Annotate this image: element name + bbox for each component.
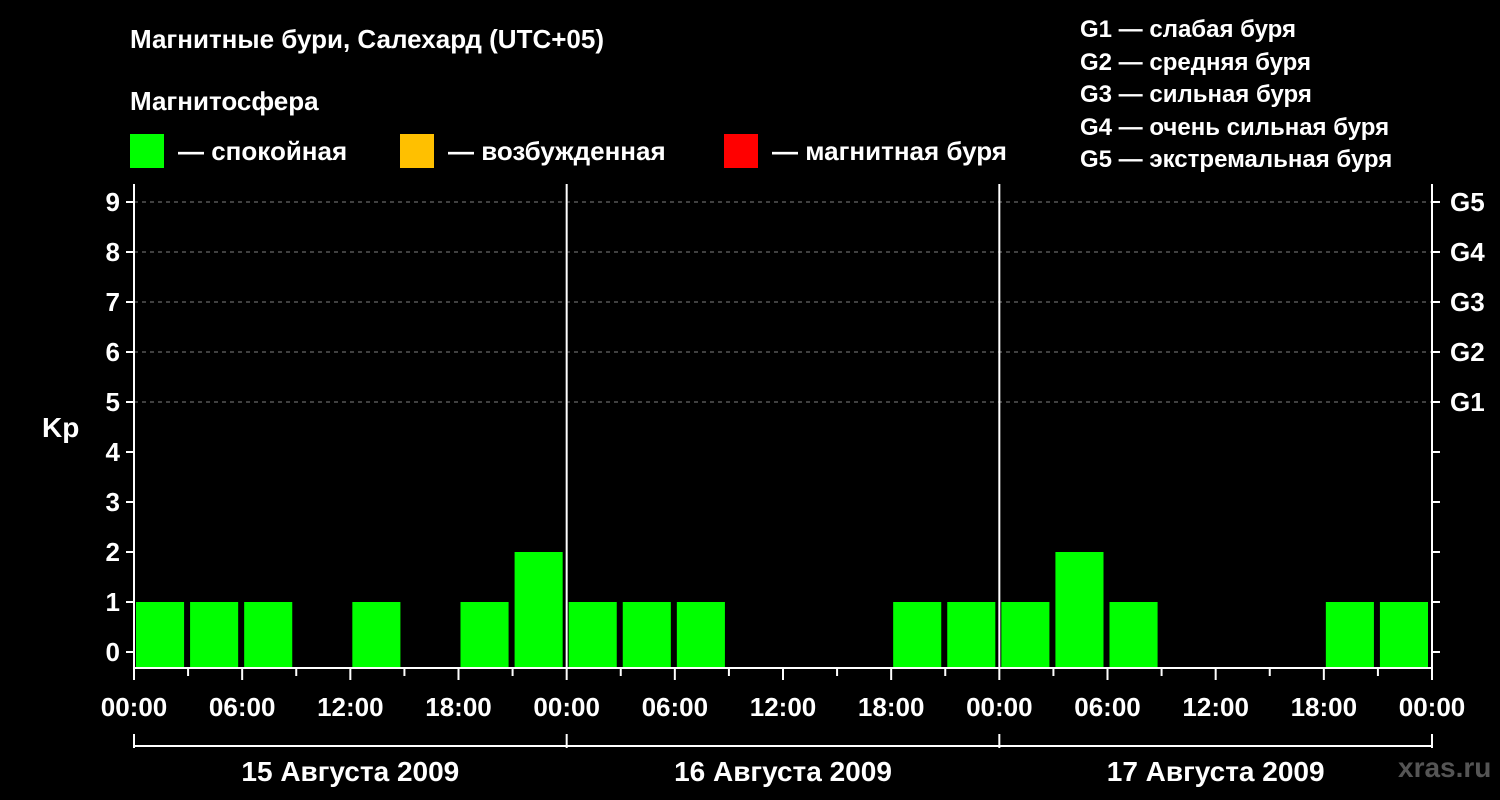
kp-bar-22 — [1325, 602, 1374, 668]
kp-bar-15 — [947, 602, 996, 668]
y-tick-label-3: 3 — [106, 487, 120, 517]
kp-bar-0 — [136, 602, 185, 668]
x-tick-label-0: 00:00 — [101, 692, 168, 722]
y-tick-label-4: 4 — [106, 437, 121, 467]
x-tick-label-3: 18:00 — [425, 692, 492, 722]
x-tick-label-12: 00:00 — [1399, 692, 1466, 722]
kp-bar-10 — [676, 602, 725, 668]
x-tick-label-11: 18:00 — [1291, 692, 1358, 722]
kp-bar-2 — [244, 602, 293, 668]
y-tick-label-7: 7 — [106, 287, 120, 317]
x-tick-label-8: 00:00 — [966, 692, 1033, 722]
x-tick-label-10: 12:00 — [1182, 692, 1249, 722]
x-tick-label-9: 06:00 — [1074, 692, 1141, 722]
g-label-g3: G3 — [1450, 287, 1485, 317]
g-label-g4: G4 — [1450, 237, 1485, 267]
kp-bar-23 — [1379, 602, 1428, 668]
y-tick-label-1: 1 — [106, 587, 120, 617]
y-tick-label-8: 8 — [106, 237, 120, 267]
y-tick-label-2: 2 — [106, 537, 120, 567]
kp-bar-17 — [1055, 552, 1104, 668]
kp-bar-chart: 0 1 2 3 4 5 6 7 8 9 G1 G2 G3 G4 G5 Kp 00:00 06:00 12:00 18:… — [42, 184, 1485, 787]
day-label-1: 16 Августа 2009 — [674, 756, 892, 787]
kp-bar-9 — [622, 602, 671, 668]
kp-bar-4 — [352, 602, 401, 668]
kp-bar-7 — [514, 552, 563, 668]
x-tick-label-1: 06:00 — [209, 692, 276, 722]
kp-bar-16 — [1001, 602, 1050, 668]
kp-bar-8 — [568, 602, 617, 668]
kp-bar-6 — [460, 602, 509, 668]
kp-bar-18 — [1109, 602, 1158, 668]
y-tick-label-0: 0 — [106, 637, 120, 667]
x-tick-label-2: 12:00 — [317, 692, 384, 722]
x-tick-label-6: 12:00 — [750, 692, 817, 722]
day-label-2: 17 Августа 2009 — [1107, 756, 1325, 787]
y-tick-label-6: 6 — [106, 337, 120, 367]
x-tick-label-7: 18:00 — [858, 692, 925, 722]
g-label-g2: G2 — [1450, 337, 1485, 367]
y-axis-label: Kp — [42, 412, 79, 443]
g-label-g1: G1 — [1450, 387, 1485, 417]
kp-bar-1 — [190, 602, 239, 668]
y-tick-label-9: 9 — [106, 187, 120, 217]
g-label-g5: G5 — [1450, 187, 1485, 217]
x-tick-label-4: 00:00 — [533, 692, 600, 722]
x-tick-label-5: 06:00 — [642, 692, 709, 722]
kp-bar-14 — [893, 602, 942, 668]
y-tick-label-5: 5 — [106, 387, 120, 417]
day-label-0: 15 Августа 2009 — [241, 756, 459, 787]
